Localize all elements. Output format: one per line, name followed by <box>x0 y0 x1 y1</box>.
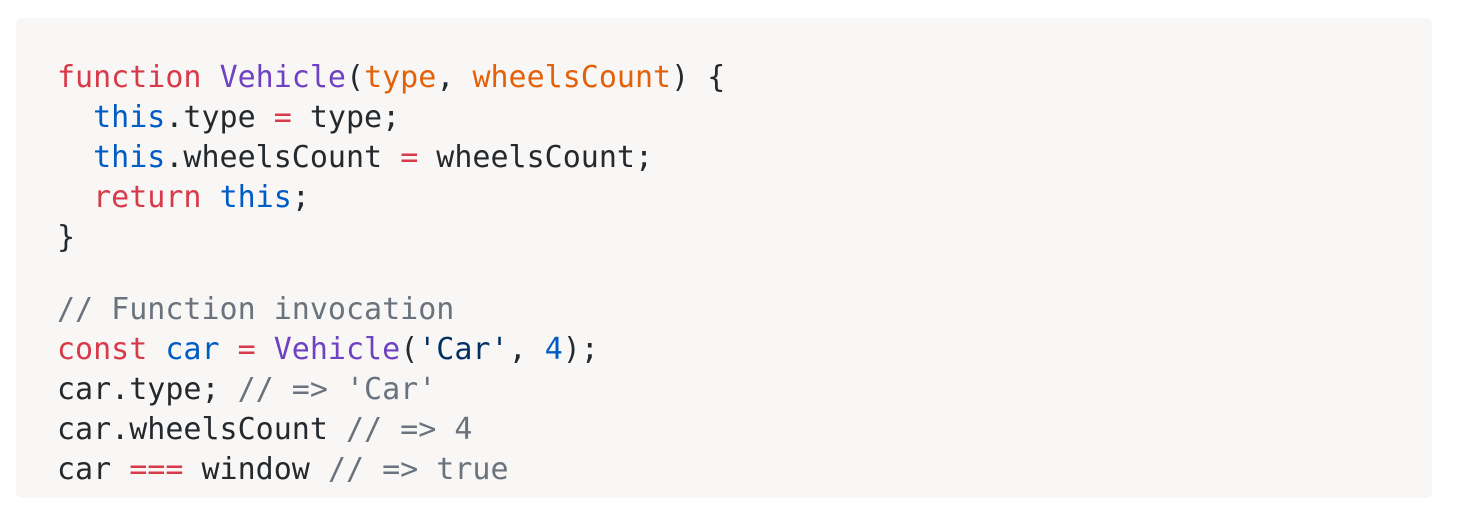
code-token: Vehicle <box>273 332 401 367</box>
code-token: .wheelsCount <box>165 140 401 175</box>
code-token: type; <box>291 100 401 135</box>
code-token: 'Car' <box>418 332 509 367</box>
code-line: } <box>57 218 1432 258</box>
code-line: car.wheelsCount // => 4 <box>57 410 1432 450</box>
code-token: this <box>93 140 166 175</box>
code-token: // Function invocation <box>57 292 455 327</box>
code-token: function <box>57 60 202 95</box>
code-token: = <box>273 100 292 135</box>
code-token: ) { <box>671 60 726 95</box>
code-token: 4 <box>544 332 563 367</box>
code-token: // => true <box>327 452 509 487</box>
code-token: ; <box>291 180 310 215</box>
code-token: , <box>508 332 545 367</box>
code-token: === <box>129 452 184 487</box>
code-token: // => 'Car' <box>237 372 437 407</box>
code-token: const <box>57 332 148 367</box>
code-token: , <box>436 60 473 95</box>
code-line: car.type; // => 'Car' <box>57 370 1432 410</box>
code-token: this <box>219 180 292 215</box>
code-line: const car = Vehicle('Car', 4); <box>57 330 1432 370</box>
code-listing: function Vehicle(type, wheelsCount) { th… <box>57 58 1432 490</box>
code-line: // Function invocation <box>57 290 1432 330</box>
code-token: return <box>93 180 202 215</box>
code-token: = <box>237 332 256 367</box>
code-token: window <box>183 452 328 487</box>
code-token: .type <box>165 100 274 135</box>
code-token: ); <box>562 332 599 367</box>
code-block: function Vehicle(type, wheelsCount) { th… <box>16 18 1432 498</box>
code-token: Vehicle <box>219 60 346 95</box>
code-token: car.type; <box>57 372 238 407</box>
code-token: wheelsCount; <box>418 140 654 175</box>
code-token: } <box>57 220 76 255</box>
code-token: car.wheelsCount <box>57 412 346 447</box>
code-token: // => 4 <box>345 412 473 447</box>
code-token: car <box>57 452 130 487</box>
code-token: this <box>93 100 166 135</box>
code-line: function Vehicle(type, wheelsCount) { <box>57 58 1432 98</box>
code-token: ( <box>400 332 419 367</box>
code-token: = <box>400 140 419 175</box>
code-line: this.wheelsCount = wheelsCount; <box>57 138 1432 178</box>
code-token: wheelsCount <box>472 60 672 95</box>
code-line: car === window // => true <box>57 450 1432 490</box>
code-token: ( <box>346 60 365 95</box>
code-token: car <box>165 332 220 367</box>
code-line: this.type = type; <box>57 98 1432 138</box>
code-line: return this; <box>57 178 1432 218</box>
code-token: type <box>364 60 437 95</box>
